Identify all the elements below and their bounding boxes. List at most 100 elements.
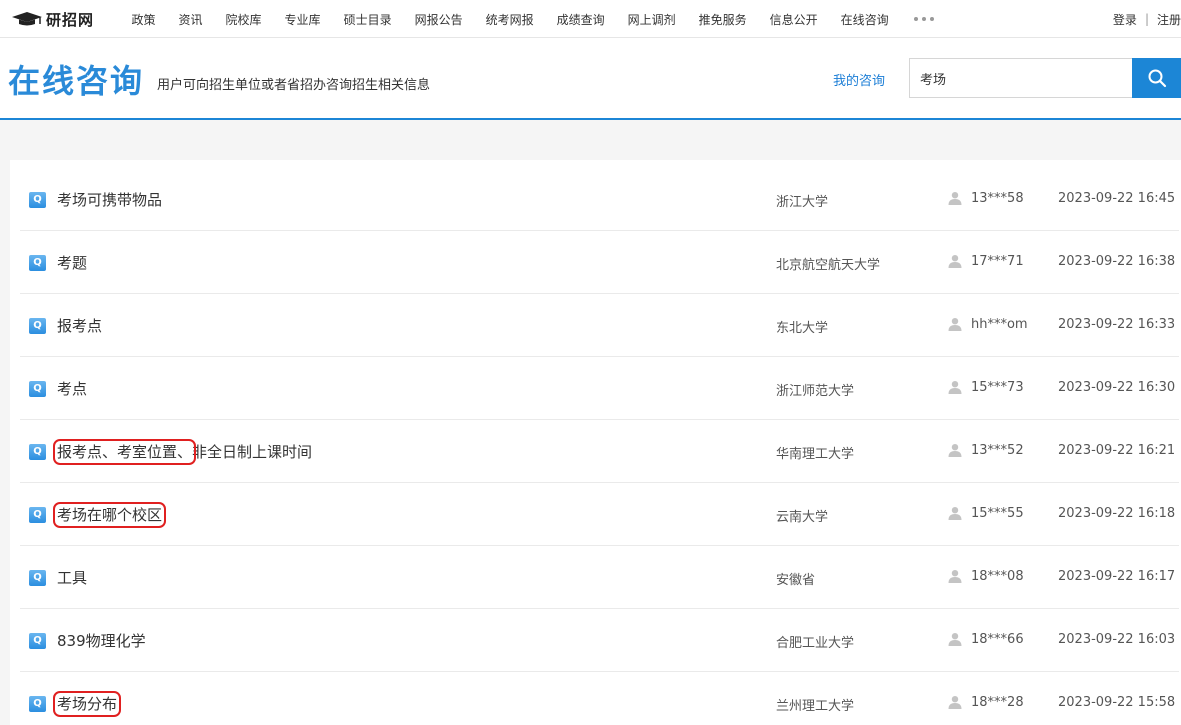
question-time: 2023-09-22 16:38 — [1058, 254, 1176, 269]
question-time: 2023-09-22 16:17 — [1058, 569, 1176, 584]
question-row[interactable]: Q 考场分布 兰州理工大学 18***28 2023-09-22 15:58 — [20, 672, 1179, 725]
nav-item-0[interactable]: 政策 — [132, 11, 156, 28]
page-title: 在线咨询 — [8, 62, 145, 100]
question-school: 浙江师范大学 — [776, 384, 855, 399]
nav-item-4[interactable]: 硕士目录 — [344, 11, 392, 28]
user-icon — [948, 192, 962, 205]
question-q-icon: Q — [29, 381, 46, 397]
question-school: 合肥工业大学 — [776, 636, 855, 651]
question-title[interactable]: 考场可携带物品 — [57, 189, 162, 210]
question-title[interactable]: 839物理化学 — [57, 630, 146, 651]
question-time: 2023-09-22 16:30 — [1058, 380, 1176, 395]
auth-links: 登录 | 注册 — [1113, 0, 1181, 38]
question-title[interactable]: 考场在哪个校区 — [52, 502, 167, 528]
site-logo[interactable]: 研招网 — [10, 9, 94, 29]
question-row[interactable]: Q 考场在哪个校区 云南大学 15***55 2023-09-22 16:18 — [20, 483, 1179, 546]
nav-item-9[interactable]: 推免服务 — [699, 11, 747, 28]
nav-item-8[interactable]: 网上调剂 — [628, 11, 676, 28]
question-user: 13***58 — [971, 191, 1024, 206]
question-user: 18***28 — [971, 695, 1024, 710]
question-title[interactable]: 考场分布 — [52, 691, 122, 717]
nav-item-6[interactable]: 统考网报 — [486, 11, 534, 28]
question-time: 2023-09-22 15:58 — [1058, 695, 1176, 710]
question-title-text: 考场可携带物品 — [57, 191, 163, 209]
question-title[interactable]: 工具 — [57, 567, 87, 588]
question-row[interactable]: Q 报考点 东北大学 hh***om 2023-09-22 16:33 — [20, 294, 1179, 357]
question-q-icon: Q — [29, 507, 46, 523]
question-school: 兰州理工大学 — [776, 699, 855, 714]
question-title[interactable]: 考点 — [57, 378, 87, 399]
question-row[interactable]: Q 工具 安徽省 18***08 2023-09-22 16:17 — [20, 546, 1179, 609]
question-title-text: 工具 — [57, 569, 88, 587]
question-time: 2023-09-22 16:03 — [1058, 632, 1176, 647]
nav-item-3[interactable]: 专业库 — [285, 11, 321, 28]
question-title-highlight: 报考点、考室位置、 — [52, 439, 197, 465]
question-title[interactable]: 报考点、考室位置、非全日制上课时间 — [52, 439, 313, 465]
question-title-highlight: 考场在哪个校区 — [52, 502, 167, 528]
main-nav: 政策 资讯 院校库 专业库 硕士目录 网报公告 统考网报 成绩查询 网上调剂 推免服务 信息公开 在线… — [120, 0, 938, 38]
user-icon — [948, 381, 962, 394]
question-school: 华南理工大学 — [776, 447, 855, 462]
question-school: 云南大学 — [776, 510, 829, 525]
user-icon — [948, 255, 962, 268]
nav-item-2[interactable]: 院校库 — [226, 11, 262, 28]
question-title-text: 839物理化学 — [57, 632, 146, 650]
question-q-icon: Q — [29, 444, 46, 460]
user-icon — [948, 570, 962, 583]
question-q-icon: Q — [29, 570, 46, 586]
user-icon — [948, 696, 962, 709]
question-q-icon: Q — [29, 255, 46, 271]
search-input[interactable] — [909, 58, 1133, 98]
nav-item-7[interactable]: 成绩查询 — [557, 11, 605, 28]
question-time: 2023-09-22 16:33 — [1058, 317, 1176, 332]
question-title-text: 非全日制上课时间 — [192, 443, 313, 461]
nav-item-10[interactable]: 信息公开 — [770, 11, 818, 28]
question-user: hh***om — [971, 317, 1028, 332]
question-school: 安徽省 — [776, 573, 816, 588]
question-user: 18***08 — [971, 569, 1024, 584]
question-time: 2023-09-22 16:45 — [1058, 191, 1176, 206]
question-time: 2023-09-22 16:18 — [1058, 506, 1176, 521]
search-icon — [1148, 69, 1166, 88]
more-menu-icon[interactable] — [914, 17, 938, 21]
question-title[interactable]: 考题 — [57, 252, 87, 273]
question-q-icon: Q — [29, 192, 46, 208]
question-title-text: 报考点 — [57, 317, 103, 335]
question-user: 18***66 — [971, 632, 1024, 647]
top-nav: 研招网 政策 资讯 院校库 专业库 硕士目录 网报公告 统考网报 成绩查询 网上调剂 推免服务 信息… — [0, 0, 1181, 38]
question-row[interactable]: Q 考点 浙江师范大学 15***73 2023-09-22 16:30 — [20, 357, 1179, 420]
question-title[interactable]: 报考点 — [57, 315, 102, 336]
nav-item-5[interactable]: 网报公告 — [415, 11, 463, 28]
search-button[interactable] — [1132, 58, 1181, 98]
auth-separator: | — [1144, 12, 1149, 26]
question-q-icon: Q — [29, 318, 46, 334]
question-title-highlight: 考场分布 — [52, 691, 122, 717]
question-time: 2023-09-22 16:21 — [1058, 443, 1176, 458]
question-row[interactable]: Q 考题 北京航空航天大学 17***71 2023-09-22 16:38 — [20, 231, 1179, 294]
page-header: 在线咨询 用户可向招生单位或者省招办咨询招生相关信息 我的咨询 — [0, 38, 1181, 120]
graduation-cap-icon — [12, 12, 42, 26]
question-row[interactable]: Q 考场可携带物品 浙江大学 13***58 2023-09-22 16:45 — [20, 168, 1179, 231]
question-title-text: 考题 — [57, 254, 88, 272]
logo-text: 研招网 — [46, 10, 95, 29]
question-school: 浙江大学 — [776, 195, 829, 210]
my-consultations-link[interactable]: 我的咨询 — [833, 70, 885, 89]
page-subtitle: 用户可向招生单位或者省招办咨询招生相关信息 — [157, 78, 431, 93]
question-user: 17***71 — [971, 254, 1024, 269]
question-title-text: 考点 — [57, 380, 88, 398]
question-user: 13***52 — [971, 443, 1024, 458]
question-row[interactable]: Q 839物理化学 合肥工业大学 18***66 2023-09-22 16:03 — [20, 609, 1179, 672]
nav-item-1[interactable]: 资讯 — [179, 11, 203, 28]
register-link[interactable]: 注册 — [1157, 11, 1181, 28]
question-list: Q 考场可携带物品 浙江大学 13***58 2023-09-22 16:45 Q 考题 北京… — [10, 160, 1181, 725]
question-user: 15***73 — [971, 380, 1024, 395]
question-school: 东北大学 — [776, 321, 829, 336]
question-user: 15***55 — [971, 506, 1024, 521]
user-icon — [948, 444, 962, 457]
question-q-icon: Q — [29, 633, 46, 649]
nav-item-11[interactable]: 在线咨询 — [841, 11, 889, 28]
question-q-icon: Q — [29, 696, 46, 712]
login-link[interactable]: 登录 — [1113, 11, 1137, 28]
question-row[interactable]: Q 报考点、考室位置、非全日制上课时间 华南理工大学 13***52 2023-09-2… — [20, 420, 1179, 483]
question-school: 北京航空航天大学 — [776, 258, 881, 273]
